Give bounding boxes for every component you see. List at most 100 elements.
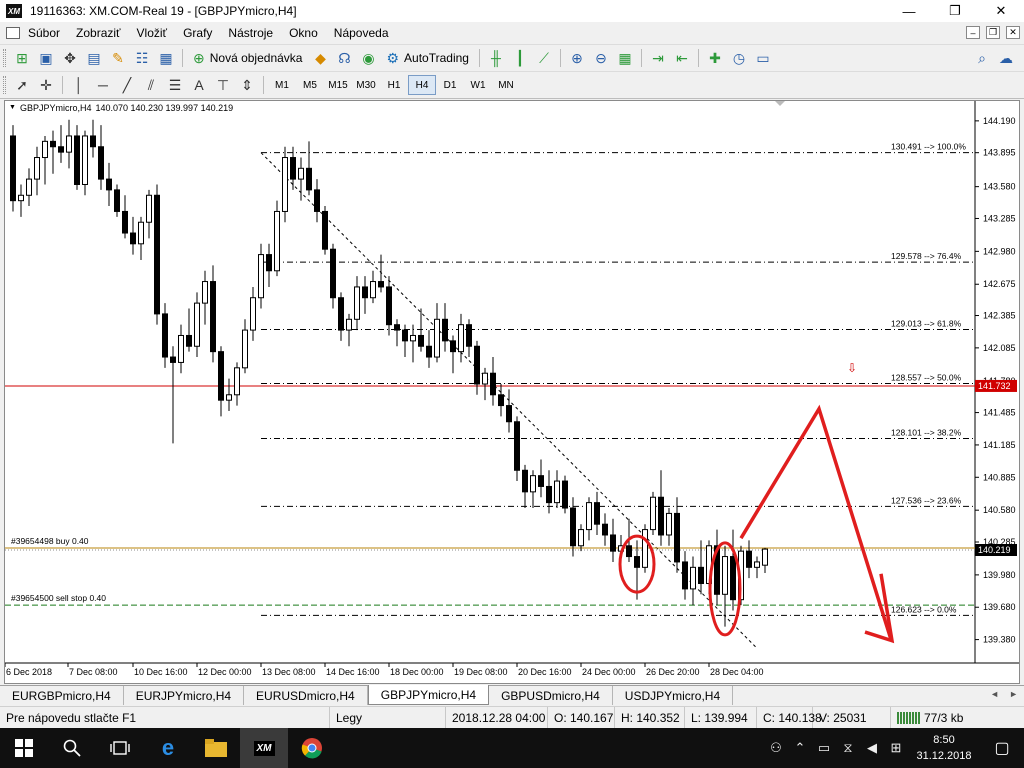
indicators-icon[interactable]: ✚ [703, 47, 727, 69]
candlestick-icon[interactable]: ┃ [508, 47, 532, 69]
battery-icon[interactable]: ▭ [812, 740, 836, 756]
timeframe-m5[interactable]: M5 [296, 75, 324, 95]
timeframe-m1[interactable]: M1 [268, 75, 296, 95]
mdi-close-button[interactable]: ✕ [1006, 26, 1020, 39]
fibonacci-icon[interactable]: ☰ [163, 74, 187, 96]
bar-chart-icon[interactable]: ╫ [484, 47, 508, 69]
menu-help[interactable]: Nápoveda [326, 26, 397, 40]
start-windows-icon[interactable] [0, 728, 48, 768]
minimize-button[interactable]: — [886, 0, 932, 22]
search-icon[interactable]: ⌕ [970, 47, 994, 69]
tab-scroll-right-icon[interactable]: ► [1009, 689, 1018, 699]
menu-insert[interactable]: Vložiť [129, 26, 176, 40]
text-icon[interactable]: A [187, 74, 211, 96]
new-chart-icon[interactable]: ⊞ [10, 47, 34, 69]
status-volume: V: 25031 [813, 706, 891, 729]
close-button[interactable]: ✕ [978, 0, 1024, 22]
tab-usdjpy[interactable]: USDJPYmicro,H4 [613, 686, 734, 705]
autotrading-button[interactable]: ⚙ AutoTrading [380, 47, 475, 69]
notifications-icon[interactable]: ▢ [980, 738, 1024, 758]
options-icon[interactable]: ◉ [356, 47, 380, 69]
vertical-line-icon[interactable]: │ [67, 74, 91, 96]
mdi-restore-button[interactable]: ❐ [986, 26, 1000, 39]
chrome-icon[interactable] [288, 728, 336, 768]
market-watch-icon[interactable]: ▤ [82, 47, 106, 69]
chevron-up-icon[interactable]: ⌃ [788, 740, 812, 756]
tile-windows-icon[interactable]: ▦ [613, 47, 637, 69]
arrows-icon[interactable]: ⇕ [235, 74, 259, 96]
chart-menu-triangle-icon[interactable]: ▼ [9, 104, 16, 113]
zoom-out-icon[interactable]: ⊖ [589, 47, 613, 69]
status-profile[interactable]: Legy [330, 706, 446, 729]
timeframe-h4[interactable]: H4 [408, 75, 436, 95]
metaeditor-icon[interactable]: ◆ [308, 47, 332, 69]
horizontal-line-icon[interactable]: ─ [91, 74, 115, 96]
crosshair-move-icon[interactable]: ✥ [58, 47, 82, 69]
price-tick-label: 141.485 [983, 408, 1016, 418]
new-order-button[interactable]: ⊕ Nová objednávka [187, 47, 308, 69]
trendline-icon[interactable]: ╱ [115, 74, 139, 96]
timeframe-h1[interactable]: H1 [380, 75, 408, 95]
candle-body [578, 529, 584, 547]
tab-eurusd[interactable]: EURUSDmicro,H4 [244, 686, 368, 705]
chart-window[interactable]: 144.190 143.895 143.580 143.285 142.980 142.6… [4, 100, 1020, 684]
terminal-icon[interactable]: ▦ [154, 47, 178, 69]
candle-body [402, 329, 408, 342]
network-icon[interactable]: ⧖ [836, 740, 860, 756]
profiles-icon[interactable]: ▣ [34, 47, 58, 69]
tab-eurjpy[interactable]: EURJPYmicro,H4 [124, 686, 245, 705]
auto-scroll-icon[interactable]: ⇥ [646, 47, 670, 69]
edge-browser-icon[interactable]: e [144, 728, 192, 768]
status-connection[interactable]: 77/3 kb [891, 707, 1011, 729]
price-chart[interactable]: 144.190 143.895 143.580 143.285 142.980 142.6… [5, 101, 1019, 683]
menu-view[interactable]: Zobraziť [68, 26, 129, 40]
tab-scroll-left-icon[interactable]: ◄ [990, 689, 999, 699]
toolbar-grip[interactable] [3, 76, 6, 94]
display-icon[interactable]: ⊞ [884, 740, 908, 756]
people-icon[interactable]: ⚇ [764, 740, 788, 756]
navigator-icon[interactable]: ☷ [130, 47, 154, 69]
timeframe-m15[interactable]: M15 [324, 75, 352, 95]
toolbar-grip[interactable] [3, 49, 6, 67]
tab-eurgbp[interactable]: EURGBPmicro,H4 [0, 686, 124, 705]
candle-body [522, 469, 528, 493]
timeframe-m30[interactable]: M30 [352, 75, 380, 95]
menu-file[interactable]: Súbor [20, 26, 68, 40]
timeframe-d1[interactable]: D1 [436, 75, 464, 95]
candle-body [298, 167, 304, 180]
data-window-icon[interactable]: ✎ [106, 47, 130, 69]
tab-gbpjpy[interactable]: GBPJPYmicro,H4 [367, 685, 490, 705]
equidistant-channel-icon[interactable]: ⫽ [139, 74, 163, 96]
line-chart-icon[interactable]: ⟋ [532, 47, 556, 69]
volume-icon[interactable]: ◀ [860, 740, 884, 756]
zoom-in-icon[interactable]: ⊕ [565, 47, 589, 69]
candle-body [130, 232, 136, 245]
cursor-icon[interactable]: ➚ [10, 74, 34, 96]
signals-icon[interactable]: ☊ [332, 47, 356, 69]
chart-tab-bar: EURGBPmicro,H4 EURJPYmicro,H4 EURUSDmicr… [0, 685, 1024, 705]
chart-shift-icon[interactable]: ⇤ [670, 47, 694, 69]
task-view-icon[interactable] [96, 728, 144, 768]
crosshair-icon[interactable]: ✛ [34, 74, 58, 96]
chat-icon[interactable]: ☁ [994, 47, 1018, 69]
current-price-label: 140.219 [978, 545, 1011, 555]
menu-window[interactable]: Okno [281, 26, 326, 40]
templates-icon[interactable]: ▭ [751, 47, 775, 69]
periods-icon[interactable]: ◷ [727, 47, 751, 69]
menu-charts[interactable]: Grafy [175, 26, 220, 40]
xm-terminal-icon[interactable]: XM [240, 728, 288, 768]
maximize-button[interactable]: ❐ [932, 0, 978, 22]
window-title: 19116363: XM.COM-Real 19 - [GBPJPYmicro,… [30, 4, 297, 18]
candle-body [242, 329, 248, 369]
taskbar-clock[interactable]: 8:50 31.12.2018 [908, 732, 980, 764]
text-label-icon[interactable]: ⊤ [211, 74, 235, 96]
file-explorer-icon[interactable] [192, 728, 240, 768]
tab-gbpusd[interactable]: GBPUSDmicro,H4 [489, 686, 613, 705]
search-icon[interactable] [48, 728, 96, 768]
chart-document-icon[interactable] [6, 27, 20, 39]
menu-tools[interactable]: Nástroje [220, 26, 281, 40]
timeframe-mn[interactable]: MN [492, 75, 520, 95]
candle-body [106, 178, 112, 191]
mdi-minimize-button[interactable]: – [966, 26, 980, 39]
timeframe-w1[interactable]: W1 [464, 75, 492, 95]
